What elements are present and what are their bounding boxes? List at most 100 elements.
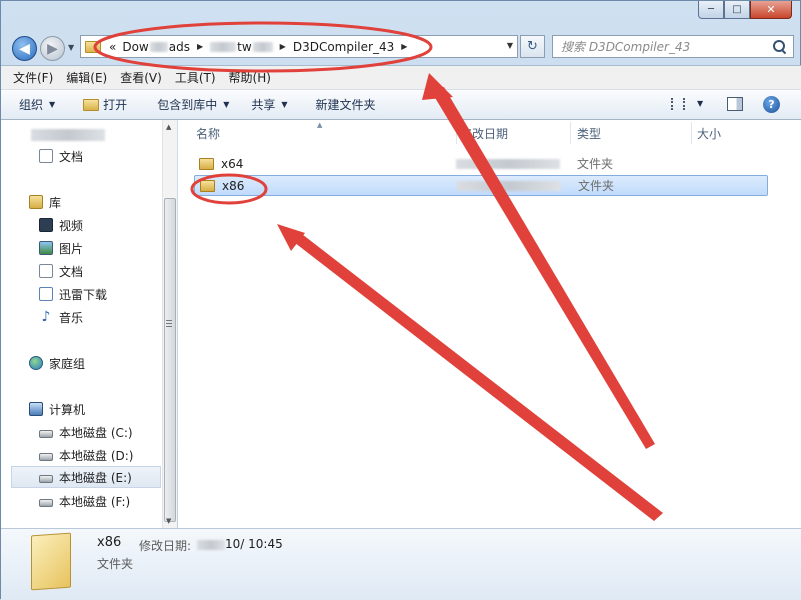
redacted-text [149,42,168,52]
file-type: 文件夹 [578,179,615,193]
navigation-row: ◀ ▶ ▼ « Dow ads ▶ tw ▶ D3DCompiler_43 ▶ ▼… [1,29,801,65]
navigation-pane: 文档 库 视频 图片 文档 迅雷下载 ♪ 音乐 家庭组 计算机 本地磁盘 (C:) [1,120,177,528]
column-header-type[interactable]: 类型 [577,120,689,146]
sidebar-item-homegroup[interactable]: 家庭组 [29,352,159,374]
column-header-size[interactable]: 大小 [697,120,777,146]
file-type: 文件夹 [577,157,614,171]
drive-icon [39,430,53,438]
details-item-name: x86 [97,535,122,550]
library-icon [29,195,43,209]
preview-pane-icon[interactable] [727,97,743,111]
chevron-down-icon: ▼ [223,100,230,109]
details-pane: x86 文件夹 修改日期: 10/ 10:45 [1,528,801,600]
scrollbar-thumb[interactable] [164,198,176,522]
menu-file[interactable]: 文件(F) [13,69,53,86]
menu-edit[interactable]: 编辑(E) [66,69,107,86]
sidebar-item-documents-top[interactable]: 文档 [39,145,159,167]
scroll-up-icon[interactable]: ▲ [166,123,171,131]
include-in-library-button[interactable]: 包含到库中 ▼ [157,96,229,113]
address-bar[interactable]: « Dow ads ▶ tw ▶ D3DCompiler_43 ▶ ▼ [80,35,518,58]
breadcrumb-item-middle[interactable]: tw [210,40,273,54]
computer-icon [29,402,43,416]
menu-view[interactable]: 查看(V) [120,69,162,86]
breadcrumb-chevron-icon[interactable]: ▶ [280,42,286,51]
sidebar-item-drive-c[interactable]: 本地磁盘 (C:) [39,421,159,443]
column-divider[interactable] [456,122,457,144]
music-icon: ♪ [41,309,51,325]
file-row-x64[interactable]: x64 文件夹 [194,153,768,174]
command-bar: 组织 ▼ 打开 包含到库中 ▼ 共享 ▼ 新建文件夹 ▼ ? [1,89,801,120]
open-folder-icon [83,98,100,111]
details-modified-label: 修改日期: [139,539,192,553]
sidebar-item-redacted[interactable] [31,124,111,146]
address-dropdown-icon[interactable]: ▼ [507,41,513,50]
file-row-x86[interactable]: x86 文件夹 [194,175,768,196]
column-divider[interactable] [570,122,571,144]
search-input[interactable]: 搜索 D3DCompiler_43 [552,35,794,58]
forward-button[interactable]: ▶ [40,36,65,61]
window-caption-buttons: ─ □ ✕ [698,1,792,19]
sidebar-scrollbar[interactable]: ▲ ▼ [162,120,177,528]
explorer-window: ─ □ ✕ ◀ ▶ ▼ « Dow ads ▶ tw ▶ D3DCompiler_… [0,0,801,600]
sidebar-item-drive-f[interactable]: 本地磁盘 (F:) [39,490,159,512]
picture-icon [39,241,53,255]
menu-tools[interactable]: 工具(T) [175,69,216,86]
breadcrumb-item-current[interactable]: D3DCompiler_43 [293,40,394,54]
sidebar-item-computer[interactable]: 计算机 [29,398,159,420]
drive-icon [39,453,53,461]
folder-icon [200,179,215,192]
sidebar-item-videos[interactable]: 视频 [39,214,159,236]
document-icon [39,149,53,163]
help-icon[interactable]: ? [763,96,780,113]
column-divider[interactable] [691,122,692,144]
breadcrumb-overflow[interactable]: « [109,40,116,54]
open-button[interactable]: 打开 [83,96,127,113]
sidebar-item-documents[interactable]: 文档 [39,260,159,282]
sidebar-item-drive-e[interactable]: 本地磁盘 (E:) [11,466,161,488]
grip-icon [166,320,172,327]
refresh-button[interactable]: ↻ [520,35,545,58]
details-modified-value: 10/ 10:45 [197,537,283,551]
search-placeholder: 搜索 D3DCompiler_43 [561,40,691,54]
details-item-type: 文件夹 [97,557,134,571]
column-header-date-modified[interactable]: 修改日期 [460,120,570,146]
menu-bar: 文件(F) 编辑(E) 查看(V) 工具(T) 帮助(H) [1,65,801,89]
organize-button[interactable]: 组织 ▼ [19,96,55,113]
redacted-text [197,539,225,550]
breadcrumb-item-downloads[interactable]: Dow ads [122,40,190,54]
change-view-icon[interactable] [671,98,685,110]
sidebar-item-music[interactable]: ♪ 音乐 [39,306,159,328]
recent-pages-dropdown[interactable]: ▼ [68,43,78,53]
folder-thumbnail-icon [31,532,71,591]
file-list: ▲ 名称 修改日期 类型 大小 x64 文件夹 x86 文件夹 [178,120,801,528]
homegroup-icon [29,356,43,370]
breadcrumb-chevron-icon[interactable]: ▶ [401,42,407,51]
redacted-date [457,180,561,191]
folder-icon [85,40,101,53]
breadcrumb: « Dow ads ▶ tw ▶ D3DCompiler_43 ▶ [105,40,414,54]
folder-icon [199,157,214,170]
sidebar-item-thunder-downloads[interactable]: 迅雷下载 [39,283,159,305]
menu-help[interactable]: 帮助(H) [229,69,271,86]
minimize-button[interactable]: ─ [698,1,724,19]
close-button[interactable]: ✕ [750,1,792,19]
column-header-name[interactable]: 名称 [196,120,456,146]
back-arrow-icon: ◀ [19,40,30,57]
sidebar-item-pictures[interactable]: 图片 [39,237,159,259]
back-button[interactable]: ◀ [12,36,37,61]
document-icon [39,264,53,278]
search-icon[interactable] [773,39,787,54]
chevron-down-icon: ▼ [49,100,56,109]
chevron-down-icon: ▼ [281,100,288,109]
maximize-button[interactable]: □ [724,1,750,19]
sidebar-item-libraries[interactable]: 库 [29,191,159,213]
new-folder-button[interactable]: 新建文件夹 [316,96,376,113]
sidebar-item-drive-d[interactable]: 本地磁盘 (D:) [39,444,159,466]
drive-icon [39,475,53,483]
scroll-down-icon[interactable]: ▼ [166,517,171,525]
breadcrumb-chevron-icon[interactable]: ▶ [197,42,203,51]
redacted-text [252,42,273,52]
redacted-text [31,129,105,141]
share-button[interactable]: 共享 ▼ [251,96,287,113]
view-options-dropdown-icon[interactable]: ▼ [697,99,703,108]
